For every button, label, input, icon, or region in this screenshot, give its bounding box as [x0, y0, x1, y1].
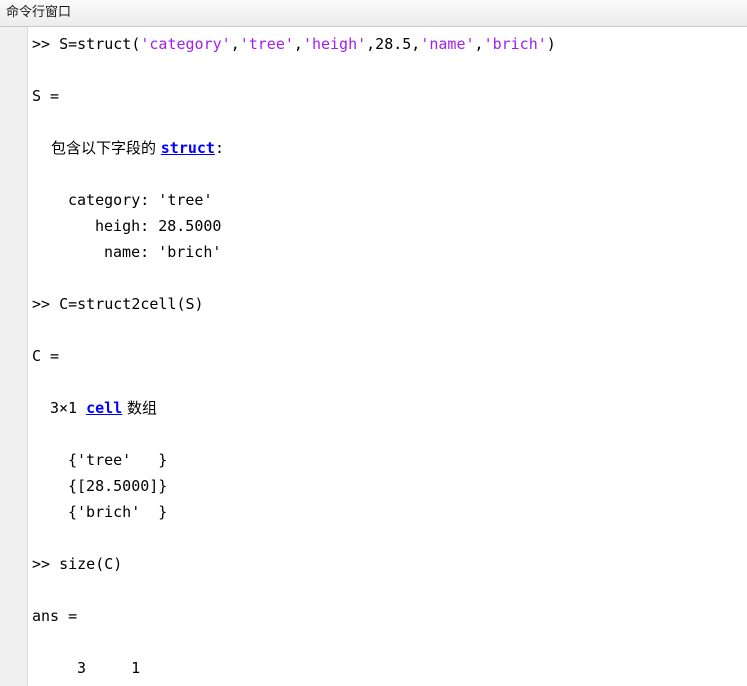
field-row: category: 'tree'	[68, 187, 213, 213]
output-variable: S =	[32, 87, 60, 105]
string-literal: 'brich'	[483, 35, 547, 53]
console-output[interactable]: >> S=struct('category','tree','heigh',28…	[32, 27, 747, 686]
string-literal: 'category'	[140, 35, 231, 53]
struct-description-colon: :	[214, 139, 224, 157]
output-variable: ans =	[32, 607, 78, 625]
command-text: ,28.5,	[366, 35, 421, 53]
command-line-3: >> size(C)	[32, 551, 122, 577]
field-value: 'tree'	[149, 191, 213, 209]
field-value: 28.5000	[149, 217, 222, 235]
cell-help-link[interactable]: cell	[86, 399, 122, 417]
command-text: ,	[474, 35, 484, 53]
cell-row: {[28.5000]}	[68, 477, 168, 495]
field-row: heigh: 28.5000	[95, 213, 221, 239]
command-line-2: >> C=struct2cell(S)	[32, 291, 204, 317]
size-result: 3 1	[77, 659, 141, 677]
cell-row: {'tree' }	[68, 451, 168, 469]
string-literal: 'heigh'	[302, 35, 367, 53]
command-window-titlebar[interactable]: 命令行窗口	[0, 0, 747, 27]
cell-description-suffix: 数组	[122, 399, 158, 417]
string-literal: 'name'	[420, 35, 475, 53]
cell-size: 3×1	[50, 399, 87, 417]
field-name: name:	[104, 243, 150, 261]
command-line-1: >> S=struct('category','tree','heigh',28…	[32, 31, 556, 57]
field-value: 'brich'	[149, 243, 222, 261]
prompt: >>	[32, 555, 51, 573]
window-title: 命令行窗口	[6, 5, 72, 20]
command-window: 命令行窗口 >> S=struct('category','tree','hei…	[0, 0, 747, 686]
struct-description-text: 包含以下字段的	[51, 139, 161, 157]
cell-description: 3×1 cell 数组	[50, 395, 157, 421]
command-text: ,	[293, 35, 303, 53]
output-variable: C =	[32, 347, 60, 365]
command-text: ,	[230, 35, 240, 53]
string-literal: 'tree'	[239, 35, 294, 53]
field-name: heigh:	[95, 217, 150, 235]
struct-description: 包含以下字段的 struct:	[51, 135, 224, 161]
command-text: S=struct(	[50, 35, 141, 53]
console-gutter	[0, 27, 28, 686]
cell-row: {'brich' }	[68, 503, 168, 521]
struct-help-link[interactable]: struct	[161, 139, 215, 157]
command-text: )	[546, 35, 556, 53]
prompt: >>	[32, 295, 51, 313]
field-name: category:	[68, 191, 150, 209]
field-row: name: 'brich'	[104, 239, 221, 265]
command-text: C=struct2cell(S)	[50, 295, 204, 313]
command-text: size(C)	[50, 555, 123, 573]
prompt: >>	[32, 35, 51, 53]
